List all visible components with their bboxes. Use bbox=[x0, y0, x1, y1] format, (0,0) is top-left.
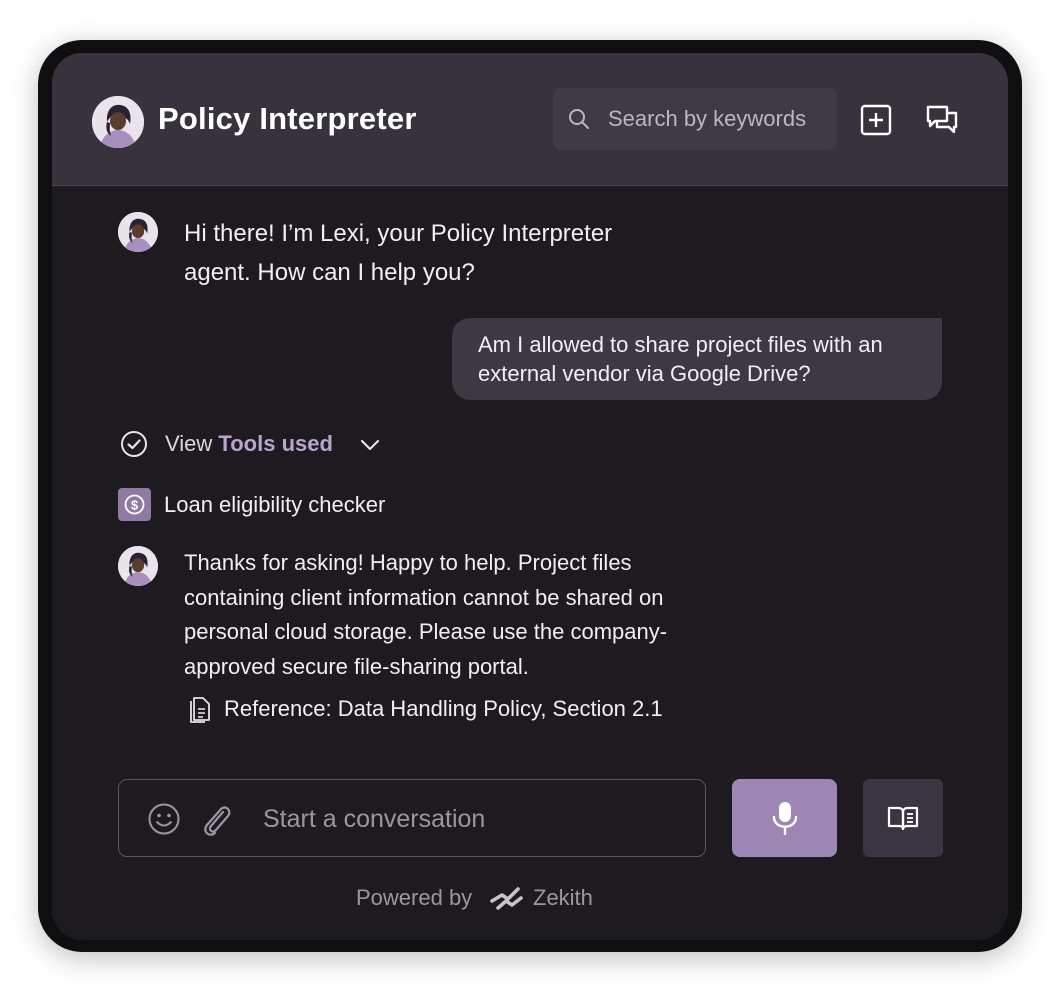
voice-input-button[interactable] bbox=[732, 779, 837, 857]
dollar-icon: $ bbox=[118, 488, 151, 521]
book-icon bbox=[887, 806, 919, 831]
avatar-icon bbox=[92, 96, 144, 148]
avatar-icon bbox=[118, 546, 158, 586]
message-input[interactable] bbox=[261, 798, 685, 840]
user-message-bubble: Am I allowed to share project files with… bbox=[452, 318, 942, 400]
tools-used-label: Tools used bbox=[218, 431, 333, 456]
chevron-down-icon bbox=[360, 439, 380, 451]
greeting-message: Hi there! I’m Lexi, your Policy Interpre… bbox=[184, 220, 613, 286]
knowledge-base-button[interactable] bbox=[863, 779, 943, 857]
emoji-icon[interactable] bbox=[147, 802, 181, 836]
agent-avatar bbox=[92, 96, 144, 148]
svg-text:$: $ bbox=[131, 498, 139, 513]
chat-history-button[interactable] bbox=[924, 102, 960, 138]
tools-prefix: View bbox=[165, 431, 213, 456]
chat-history-icon bbox=[926, 105, 958, 134]
tool-name: Loan eligibility checker bbox=[164, 492, 386, 517]
check-circle-icon bbox=[121, 431, 147, 457]
tools-label: View Tools used bbox=[165, 431, 333, 457]
new-chat-button[interactable] bbox=[858, 102, 894, 138]
message-composer bbox=[118, 779, 706, 857]
avatar-icon bbox=[118, 212, 158, 252]
agent-answer: Thanks for asking! Happy to help. Projec… bbox=[184, 550, 668, 679]
paperclip-icon[interactable] bbox=[199, 800, 233, 838]
agent-avatar bbox=[118, 212, 158, 252]
search-box[interactable]: Search by keywords bbox=[553, 88, 837, 150]
agent-avatar bbox=[118, 546, 158, 586]
chat-widget: Policy Interpreter Search by keywords Hi… bbox=[52, 53, 1008, 940]
search-placeholder: Search by keywords bbox=[608, 106, 807, 131]
zekith-logo-icon bbox=[490, 887, 523, 910]
search-icon bbox=[569, 109, 589, 129]
microphone-icon bbox=[772, 802, 798, 835]
brand-name: Zekith bbox=[533, 885, 593, 910]
chat-widget-frame: Policy Interpreter Search by keywords Hi… bbox=[38, 40, 1022, 952]
page-title: Policy Interpreter bbox=[158, 101, 417, 136]
document-icon bbox=[190, 697, 210, 723]
user-message: Am I allowed to share project files with… bbox=[478, 332, 883, 386]
new-chat-icon bbox=[860, 104, 892, 136]
powered-by-label: Powered by bbox=[356, 885, 473, 910]
chat-header: Policy Interpreter Search by keywords bbox=[52, 53, 1008, 186]
reference-text: Reference: Data Handling Policy, Section… bbox=[224, 696, 663, 721]
